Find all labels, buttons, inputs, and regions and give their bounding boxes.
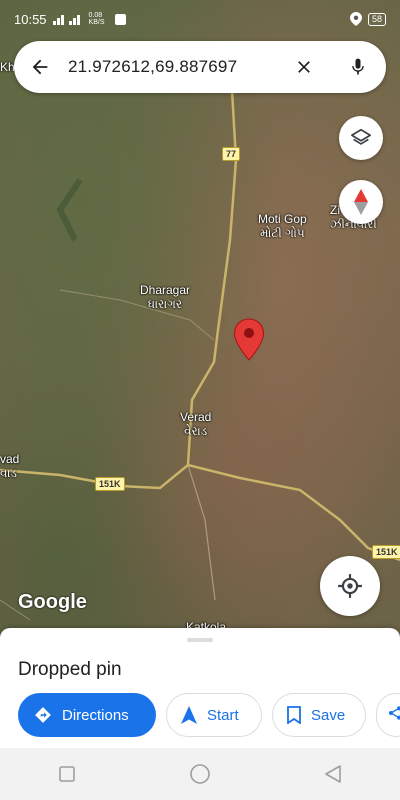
place-label-dharagar[interactable]: Dharagar ધારાગર — [140, 283, 190, 311]
action-row: Directions Start Save — [18, 693, 400, 737]
share-icon — [387, 705, 400, 725]
directions-button[interactable]: Directions — [18, 693, 156, 737]
place-title: Dropped pin — [18, 659, 122, 680]
layers-button[interactable] — [339, 116, 383, 160]
place-name: Dharagar — [140, 283, 191, 297]
notification-icon — [114, 13, 126, 25]
compass-icon — [354, 189, 368, 215]
home-button[interactable] — [180, 754, 220, 794]
google-logo: Google — [18, 591, 87, 613]
sheet-drag-handle[interactable] — [187, 638, 213, 642]
start-button[interactable]: Start — [166, 693, 262, 737]
dropped-pin-icon[interactable] — [233, 318, 265, 362]
navigation-arrow-icon — [181, 706, 197, 724]
compass-button[interactable] — [339, 180, 383, 224]
crosshair-icon — [338, 574, 362, 598]
bookmark-icon — [287, 706, 301, 724]
triangle-back-icon — [325, 765, 342, 783]
save-label: Save — [311, 706, 346, 724]
place-name-local: વેરાડ — [184, 424, 208, 438]
microphone-icon[interactable] — [342, 51, 374, 83]
directions-label: Directions — [62, 706, 129, 724]
close-icon[interactable] — [288, 51, 320, 83]
circle-icon — [190, 764, 210, 784]
back-button[interactable] — [313, 754, 353, 794]
layers-icon — [351, 128, 371, 145]
place-name: Moti Gop — [258, 212, 307, 226]
directions-icon — [34, 706, 52, 724]
start-label: Start — [207, 706, 239, 724]
road-shield-151k-east: 151K — [372, 545, 400, 559]
place-label-moti-gop[interactable]: Moti Gop મોટી ગોપ — [258, 212, 307, 240]
location-icon — [349, 12, 362, 26]
status-bar: 10:55 0.08 KB/S 58 — [0, 0, 400, 38]
road-shield-151k: 151K — [95, 477, 125, 491]
place-name: Verad — [180, 410, 212, 424]
system-nav-bar — [0, 748, 400, 800]
place-sheet[interactable]: Dropped pin Directions Start Save — [0, 628, 400, 748]
battery-icon: 58 — [367, 12, 386, 26]
square-icon — [58, 766, 75, 782]
search-input[interactable]: 21.972612,69.887697 — [68, 57, 288, 77]
place-name-local: ધારાગર — [147, 297, 183, 311]
road-shield-77: 77 — [222, 147, 241, 161]
place-label-vad[interactable]: vad વાડ — [0, 452, 19, 480]
back-icon[interactable] — [26, 53, 54, 81]
search-bar[interactable]: 21.972612,69.887697 — [14, 41, 386, 93]
signal-icon — [52, 15, 80, 25]
place-name-local: મોટી ગોપ — [259, 226, 305, 240]
recents-button[interactable] — [47, 754, 87, 794]
network-speed: 0.08 KB/S — [88, 12, 105, 26]
place-name: vad — [0, 452, 20, 466]
place-name-local: વાડ — [0, 466, 18, 480]
save-button[interactable]: Save — [272, 693, 366, 737]
place-label-verad[interactable]: Verad વેરાડ — [180, 410, 211, 438]
my-location-button[interactable] — [320, 556, 380, 616]
status-time: 10:55 — [14, 11, 47, 27]
share-button[interactable] — [376, 693, 400, 737]
